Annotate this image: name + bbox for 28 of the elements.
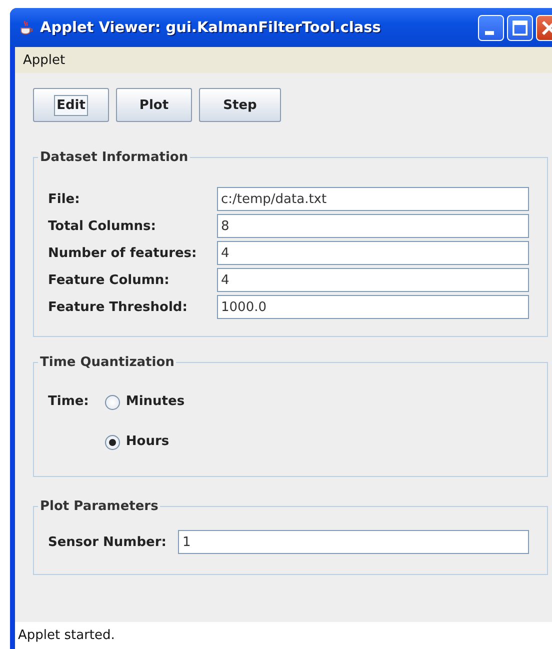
group-title: Plot Parameters [39, 499, 160, 514]
field-label: Number of features: [48, 246, 198, 260]
status-bar: Applet started. [15, 622, 552, 649]
field-label: Sensor Number: [48, 534, 166, 550]
toolbar-button[interactable]: Step [199, 88, 281, 122]
input-field[interactable]: 8 [217, 214, 529, 238]
window-title: Applet Viewer: gui.KalmanFilterTool.class [40, 20, 382, 36]
coffee-cup-icon [18, 20, 34, 36]
field-label: File: [48, 192, 81, 206]
maximize-button[interactable] [507, 14, 533, 40]
menu-item[interactable]: Applet [23, 52, 66, 68]
radio-option[interactable]: Minutes [104, 392, 185, 412]
field-label: Feature Threshold: [48, 300, 188, 314]
radio-option[interactable]: Hours [104, 432, 185, 452]
input-field[interactable]: 1000.0 [217, 295, 529, 319]
field-label: Total Columns: [48, 218, 157, 234]
group-title: Dataset Information [39, 150, 190, 165]
toolbar-button[interactable]: Edit [33, 88, 109, 122]
input-field[interactable]: 4 [217, 268, 529, 292]
input-field[interactable]: 1 [178, 530, 529, 554]
toolbar-button[interactable]: Plot [116, 88, 192, 122]
input-field[interactable]: 4 [217, 241, 529, 265]
minimize-button[interactable] [478, 14, 504, 40]
group-title: Time Quantization [39, 355, 176, 370]
input-field[interactable]: c:/temp/data.txt [217, 187, 529, 211]
field-label: Time: [48, 393, 89, 411]
field-label: Feature Column: [48, 272, 170, 288]
minimize-icon [485, 30, 494, 34]
